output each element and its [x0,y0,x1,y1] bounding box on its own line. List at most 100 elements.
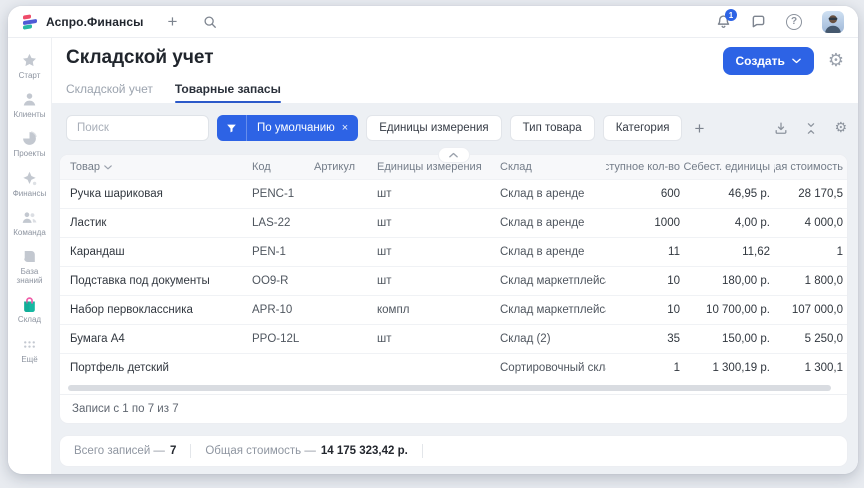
page-title: Складской учет [66,47,214,69]
table-cell: 1 300,1 [774,362,847,374]
topbar: Аспро.Финансы + 1 ? [8,6,858,38]
column-header-0[interactable]: Товар [70,161,252,173]
global-search-button[interactable] [203,15,217,29]
page-settings-gear-icon[interactable]: ⚙ [828,52,844,70]
column-header-3[interactable]: Единицы измерения [377,161,500,173]
sidebar-item-финансы[interactable]: Финансы [9,168,51,200]
table-cell: Склад маркетплейса [500,304,606,316]
tab-складской-учет[interactable]: Складской учет [66,82,153,103]
chevron-up-icon [449,152,458,158]
table-cell: компл [377,304,500,316]
table-cell: Карандаш [70,246,252,258]
table-cell: Склад в аренде [500,246,606,258]
search-input[interactable] [66,115,209,141]
table-row[interactable]: Бумага А4PPO-12LштСклад (2)35150,00 р.5 … [60,324,847,353]
inventory-table: Товар КодАртикулЕдиницы измерения Склад Дос… [60,155,847,423]
download-icon [774,121,788,135]
sort-chevron-icon [104,165,112,170]
warehouse-icon [21,296,38,313]
user-avatar[interactable] [822,11,844,33]
projects-icon [21,130,38,147]
table-row[interactable]: КарандашPEN-1штСклад в аренде1111,621 [60,237,847,266]
table-row[interactable]: Подставка под документыOO9-RштСклад марк… [60,266,847,295]
filter-button-категория[interactable]: Категория [603,115,683,141]
table-row[interactable]: ЛастикLAS-22штСклад в аренде10004,00 р.4… [60,208,847,237]
scrollbar-thumb[interactable] [68,385,831,391]
sidebar-item-склад[interactable]: Склад [9,294,51,326]
table-cell: APR-10 [252,304,314,316]
table-cell: PPO-12L [252,333,314,345]
sidebar-item-клиенты[interactable]: Клиенты [9,89,51,121]
active-filter-chip[interactable]: По умолчанию × [217,115,358,141]
collapse-rows-button[interactable] [805,122,817,135]
table-cell: Склад маркетплейса [500,275,606,287]
sidebar-item-старт[interactable]: Старт [9,50,51,82]
column-header-7[interactable]: Общая стоимость [774,161,847,173]
filter-button-тип-товара[interactable]: Тип товара [510,115,595,141]
table-row[interactable]: Портфель детскийСортировочный склад11 30… [60,353,847,382]
clients-icon [21,91,38,108]
total-cost-value: 14 175 323,42 р. [321,445,408,457]
table-row[interactable]: Набор первоклассникаAPR-10 комплСклад мар… [60,295,847,324]
filter-button-единицы-измерения[interactable]: Единицы измерения [366,115,501,141]
column-header-label: Единицы измерения [377,161,482,173]
collapse-icon [805,122,817,135]
total-records-value: 7 [170,445,176,457]
column-header-2[interactable]: Артикул [314,161,377,173]
tab-товарные-запасы[interactable]: Товарные запасы [175,82,281,103]
sidebar-item-проекты[interactable]: Проекты [9,128,51,160]
more-icon [21,336,38,353]
table-cell: PENC-1 [252,188,314,200]
table-cell: 1 [606,362,684,374]
table-cell: Набор первоклассника [70,304,252,316]
chevron-down-icon [792,58,801,64]
messages-button[interactable] [751,14,766,29]
column-header-label: Доступное кол-во [606,161,680,173]
add-filter-button[interactable]: + [694,120,704,137]
horizontal-scrollbar[interactable] [68,385,839,393]
column-header-label: Себест. единицы [684,161,770,173]
sidebar-item-label: Склад [18,315,41,324]
sidebar-item-label: Клиенты [13,110,45,119]
app-window: Аспро.Финансы + 1 ? Старт Клиенты Проекты Ф… [8,6,858,474]
page-header: Складской учет Создать ⚙ Складской учет Т… [52,38,858,103]
column-header-label: Товар [70,161,100,173]
column-header-6[interactable]: Себест. единицы [684,161,774,173]
table-cell: 600 [606,188,684,200]
table-cell: 10 [606,304,684,316]
sidebar-item-label: Команда [13,228,46,237]
create-button[interactable]: Создать [723,47,814,75]
quick-add-button[interactable]: + [167,13,177,30]
divider [422,444,423,458]
table-cell: Склад (2) [500,333,606,345]
collapse-table-button[interactable] [438,147,470,163]
remove-filter-icon[interactable]: × [342,122,358,134]
table-settings-gear-icon[interactable]: ⚙ [834,121,847,135]
start-icon [21,52,38,69]
sidebar-item-ещё[interactable]: Ещё [9,334,51,366]
table-cell: 28 170,5 [774,188,847,200]
table-row[interactable]: Ручка шариковаяPENC-1штСклад в аренде600… [60,179,847,208]
notifications-button[interactable]: 1 [716,14,731,29]
sidebar-item-команда[interactable]: Команда [9,207,51,239]
column-header-4[interactable]: Склад [500,161,606,173]
table-cell: Ластик [70,217,252,229]
column-header-label: Склад [500,161,532,173]
content: По умолчанию × Единицы измерения Тип това… [52,103,858,474]
table-cell: 1 300,19 р. [684,362,774,374]
column-header-1[interactable]: Код [252,161,314,173]
table-cell: шт [377,188,500,200]
table-cell: шт [377,217,500,229]
export-button[interactable] [774,121,788,135]
sidebar-item-база-знаний[interactable]: База знаний [9,246,51,287]
create-button-label: Создать [736,54,785,68]
main-area: Складской учет Создать ⚙ Складской учет Т… [52,38,858,474]
table-cell: Сортировочный склад [500,362,606,374]
total-cost: Общая стоимость — 14 175 323,42 р. [205,445,408,457]
total-cost-label: Общая стоимость — [205,445,316,457]
table-cell: 107 000,0 [774,304,847,316]
sidebar-item-label: Финансы [13,189,47,198]
help-button[interactable]: ? [786,14,802,30]
table-cell: 46,95 р. [684,188,774,200]
column-header-5[interactable]: Доступное кол-во [606,161,684,173]
